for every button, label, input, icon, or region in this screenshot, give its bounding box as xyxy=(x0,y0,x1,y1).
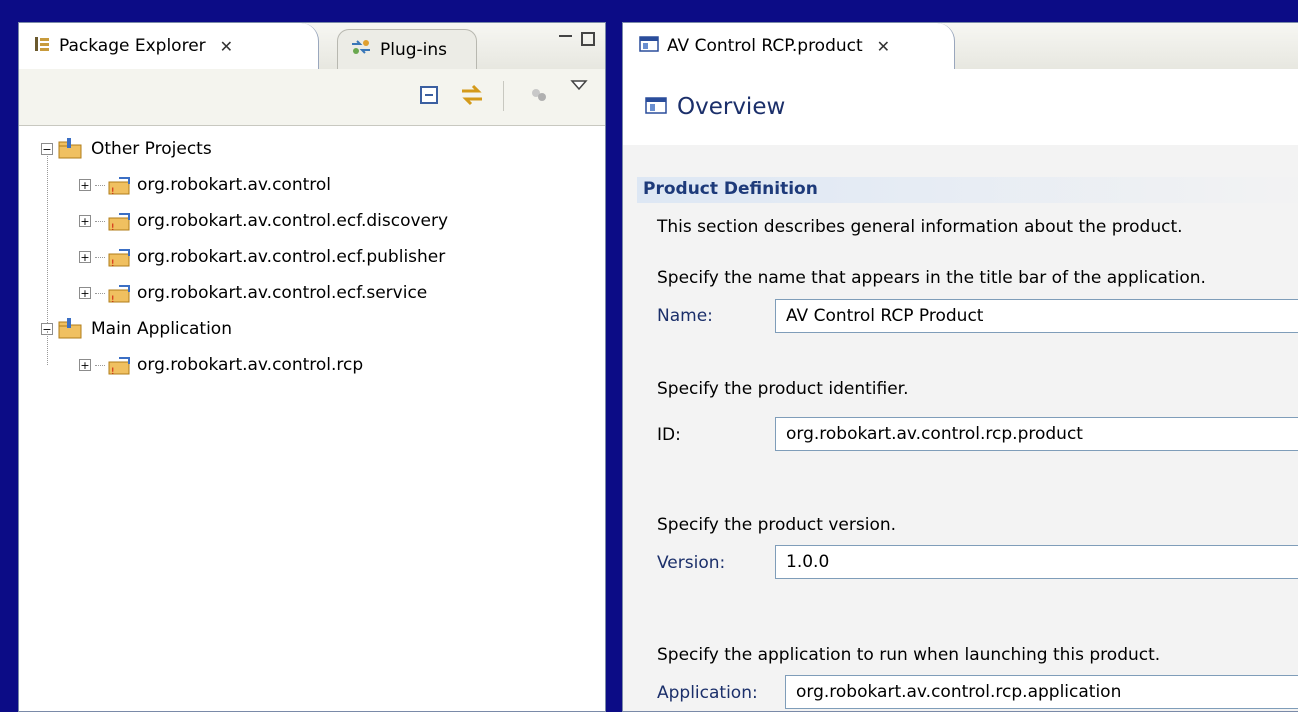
plugin-project-icon: ! xyxy=(107,246,131,269)
plugin-project-icon: ! xyxy=(107,174,131,197)
page-title: Overview xyxy=(677,94,786,120)
filter-icon[interactable] xyxy=(527,83,551,107)
name-hint: Specify the name that appears in the tit… xyxy=(657,268,1206,288)
version-label: Version: xyxy=(657,553,726,573)
tab-label: Package Explorer xyxy=(59,36,206,56)
product-editor: AV Control RCP.product ✕ Overview Produc… xyxy=(622,22,1298,712)
plugin-project-icon: ! xyxy=(107,354,131,377)
close-icon[interactable]: ✕ xyxy=(220,37,233,56)
expand-toggle[interactable]: + xyxy=(79,179,91,191)
id-hint: Specify the product identifier. xyxy=(657,379,909,399)
expand-toggle[interactable]: + xyxy=(79,359,91,371)
package-explorer-icon xyxy=(33,35,51,58)
view-toolbar xyxy=(19,69,605,126)
tab-label: AV Control RCP.product xyxy=(667,36,863,56)
tree-item[interactable]: + ! org.robokart.av.control.ecf.publishe… xyxy=(79,241,445,273)
tree-label: org.robokart.av.control.ecf.discovery xyxy=(137,211,449,231)
editor-tab-bar: AV Control RCP.product ✕ xyxy=(623,23,1298,70)
plug-ins-icon xyxy=(350,38,372,61)
svg-text:!: ! xyxy=(111,295,115,304)
tree-label: org.robokart.av.control.ecf.publisher xyxy=(137,247,446,267)
product-definition-section: Product Definition This section describe… xyxy=(623,145,1298,711)
collapse-all-icon[interactable] xyxy=(417,83,441,107)
tab-plug-ins[interactable]: Plug-ins xyxy=(337,29,477,69)
expand-toggle[interactable]: + xyxy=(79,287,91,299)
toolbar-divider xyxy=(503,81,504,111)
expand-toggle[interactable]: + xyxy=(79,215,91,227)
tab-package-explorer[interactable]: Package Explorer ✕ xyxy=(19,23,319,69)
tree-guide xyxy=(47,149,48,329)
tree-label: Main Application xyxy=(91,319,232,339)
working-set-icon xyxy=(57,138,85,160)
tree-item[interactable]: + ! org.robokart.av.control.ecf.discover… xyxy=(79,205,448,237)
link-with-editor-icon[interactable] xyxy=(459,83,483,107)
package-explorer-view: Package Explorer ✕ Plug-ins − Other Proj… xyxy=(18,22,606,712)
left-tab-bar: Package Explorer ✕ Plug-ins xyxy=(19,23,605,70)
tab-label: Plug-ins xyxy=(380,39,448,60)
tree-label: Other Projects xyxy=(91,139,212,159)
collapse-toggle[interactable]: − xyxy=(41,143,53,155)
tree-item[interactable]: + ! org.robokart.av.control xyxy=(79,169,331,201)
svg-text:!: ! xyxy=(111,259,115,268)
version-hint: Specify the product version. xyxy=(657,515,897,535)
tab-product-file[interactable]: AV Control RCP.product ✕ xyxy=(623,23,955,69)
plugin-project-icon: ! xyxy=(107,210,131,233)
tree-group-main-application[interactable]: − Main Application xyxy=(41,313,232,345)
tree-label: org.robokart.av.control.rcp xyxy=(137,355,364,375)
maximize-button[interactable] xyxy=(581,32,595,46)
tree-guide xyxy=(47,331,48,365)
id-field[interactable]: org.robokart.av.control.rcp.product xyxy=(775,417,1298,451)
id-label: ID: xyxy=(657,425,681,445)
tree-label: org.robokart.av.control xyxy=(137,175,332,195)
svg-text:!: ! xyxy=(111,223,115,232)
plugin-project-icon: ! xyxy=(107,282,131,305)
overview-icon xyxy=(645,95,667,119)
name-label: Name: xyxy=(657,306,713,326)
tree-item[interactable]: + ! org.robokart.av.control.ecf.service xyxy=(79,277,427,309)
working-set-icon xyxy=(57,318,85,340)
tree-group-other-projects[interactable]: − Other Projects xyxy=(41,133,212,165)
section-title: Product Definition xyxy=(643,179,818,199)
svg-text:!: ! xyxy=(111,367,115,376)
application-label: Application: xyxy=(657,683,758,703)
page-header: Overview xyxy=(623,69,1298,146)
view-menu-icon[interactable] xyxy=(569,77,593,101)
product-file-icon xyxy=(639,35,659,58)
svg-text:!: ! xyxy=(111,187,115,196)
tree-item[interactable]: + ! org.robokart.av.control.rcp xyxy=(79,349,363,381)
close-icon[interactable]: ✕ xyxy=(877,37,890,56)
section-description: This section describes general informati… xyxy=(657,217,1183,237)
tree-label: org.robokart.av.control.ecf.service xyxy=(137,283,428,303)
name-field[interactable]: AV Control RCP Product xyxy=(775,299,1298,333)
application-hint: Specify the application to run when laun… xyxy=(657,645,1161,665)
minimize-button[interactable] xyxy=(559,35,572,39)
application-field[interactable]: org.robokart.av.control.rcp.application xyxy=(785,675,1298,709)
version-field[interactable]: 1.0.0 xyxy=(775,545,1298,579)
expand-toggle[interactable]: + xyxy=(79,251,91,263)
